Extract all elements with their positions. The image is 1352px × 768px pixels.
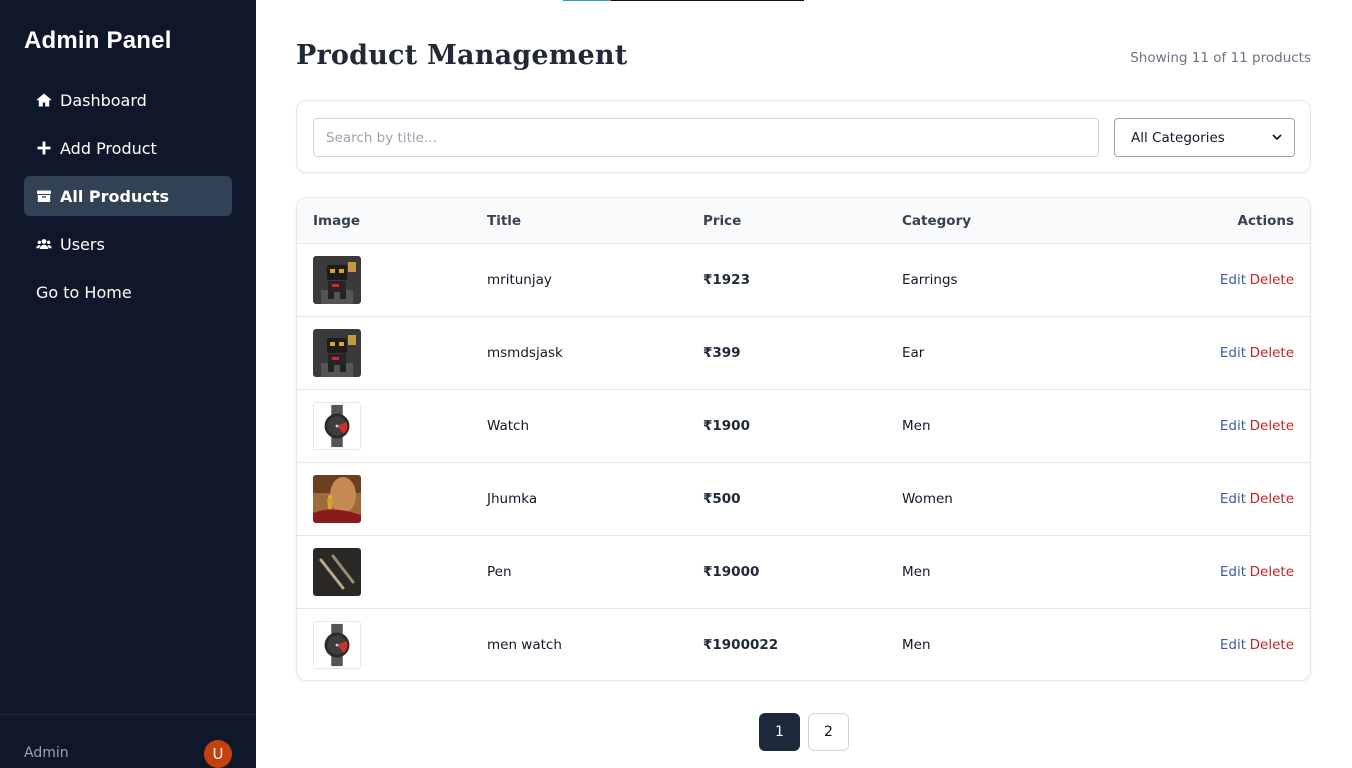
sidebar-item-label: Dashboard [60, 90, 147, 110]
table-row: mritunjay ₹1923 Earrings Edit Delete [297, 244, 1310, 317]
page-button-2[interactable]: 2 [808, 713, 849, 751]
sidebar-item-go-home[interactable]: Go to Home [24, 272, 232, 312]
product-title: Pen [487, 564, 512, 580]
robot-thumbnail [313, 256, 361, 304]
robot-thumbnail [313, 329, 361, 377]
home-icon [36, 92, 52, 108]
search-input[interactable] [313, 118, 1099, 157]
category-select-value: All Categories [1131, 129, 1225, 146]
page-button-1[interactable]: 1 [759, 713, 800, 751]
sidebar-item-label: All Products [60, 186, 170, 206]
product-price: ₹1923 [703, 272, 750, 288]
filter-card: All Categories [296, 100, 1311, 173]
delete-button[interactable]: Delete [1250, 345, 1294, 361]
delete-button[interactable]: Delete [1250, 272, 1294, 288]
product-title: msmdsjask [487, 345, 563, 361]
box-icon [36, 188, 52, 204]
product-price: ₹1900 [703, 418, 750, 434]
table-row: msmdsjask ₹399 Ear Edit Delete [297, 317, 1310, 390]
header-price: Price [703, 213, 742, 229]
sidebar: Admin Panel Dashboard Add Product All Pr… [0, 0, 256, 768]
sidebar-item-label: Add Product [60, 138, 157, 158]
jhumka-thumbnail [313, 475, 361, 523]
plus-icon [36, 140, 52, 156]
edit-button[interactable]: Edit [1220, 637, 1246, 653]
current-user-label: Admin [24, 745, 69, 761]
category-select[interactable]: All Categories [1114, 118, 1295, 157]
sidebar-item-dashboard[interactable]: Dashboard [24, 80, 232, 120]
product-category: Men [902, 418, 931, 434]
edit-button[interactable]: Edit [1220, 564, 1246, 580]
product-category: Women [902, 491, 953, 507]
product-title: Jhumka [487, 491, 538, 507]
sidebar-item-add-product[interactable]: Add Product [24, 128, 232, 168]
page-title: Product Management [296, 40, 628, 71]
table-row: Jhumka ₹500 Women Edit Delete [297, 463, 1310, 536]
header-category: Category [902, 213, 972, 229]
table-header: Image Title Price Category Actions [297, 198, 1310, 244]
product-title: mritunjay [487, 272, 552, 288]
header-actions: Actions [1237, 213, 1294, 229]
watch-thumbnail [313, 621, 361, 669]
delete-button[interactable]: Delete [1250, 637, 1294, 653]
chevron-down-icon [1272, 130, 1282, 146]
edit-button[interactable]: Edit [1220, 345, 1246, 361]
product-category: Men [902, 637, 931, 653]
sidebar-item-label: Go to Home [36, 282, 132, 302]
delete-button[interactable]: Delete [1250, 491, 1294, 507]
delete-button[interactable]: Delete [1250, 418, 1294, 434]
sidebar-item-label: Users [60, 234, 105, 254]
sidebar-item-users[interactable]: Users [24, 224, 232, 264]
product-price: ₹500 [703, 491, 741, 507]
top-loading-bar [563, 0, 804, 1]
edit-button[interactable]: Edit [1220, 491, 1246, 507]
brand-title: Admin Panel [24, 27, 172, 54]
product-price: ₹19000 [703, 564, 760, 580]
product-title: Watch [487, 418, 530, 434]
product-price: ₹1900022 [703, 637, 779, 653]
product-category: Ear [902, 345, 925, 361]
product-price: ₹399 [703, 345, 741, 361]
product-title: men watch [487, 637, 562, 653]
product-category: Earrings [902, 272, 958, 288]
sidebar-footer: Admin U [0, 714, 256, 768]
product-category: Men [902, 564, 931, 580]
sidebar-nav: Dashboard Add Product All Products Users… [24, 80, 232, 320]
table-row: men watch ₹1900022 Men Edit Delete [297, 609, 1310, 680]
product-count: Showing 11 of 11 products [1130, 50, 1311, 66]
table-row: Pen ₹19000 Men Edit Delete [297, 536, 1310, 609]
avatar[interactable]: U [204, 740, 232, 768]
header-image: Image [313, 213, 361, 229]
loading-bar-progress [563, 0, 611, 1]
users-icon [36, 236, 52, 252]
pen-thumbnail [313, 548, 361, 596]
watch-thumbnail [313, 402, 361, 450]
edit-button[interactable]: Edit [1220, 272, 1246, 288]
sidebar-item-all-products[interactable]: All Products [24, 176, 232, 216]
header-title: Title [487, 213, 522, 229]
table-row: Watch ₹1900 Men Edit Delete [297, 390, 1310, 463]
edit-button[interactable]: Edit [1220, 418, 1246, 434]
products-table: Image Title Price Category Actions mritu… [296, 197, 1311, 681]
delete-button[interactable]: Delete [1250, 564, 1294, 580]
